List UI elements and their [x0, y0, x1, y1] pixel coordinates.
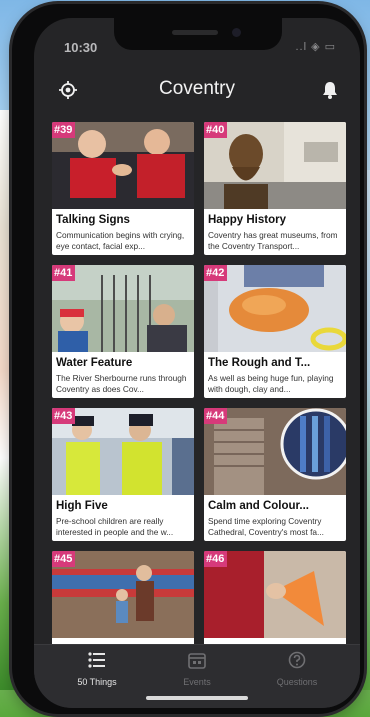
card-title: Happy History	[208, 214, 286, 226]
speaker	[172, 30, 218, 35]
card-description: Pre-school children are really intereste…	[56, 516, 174, 537]
card-number-badge: #40	[204, 122, 228, 138]
phone-frame: 10:30 ..l ◈ ▭ Coventry #39 Talking Signs…	[12, 4, 364, 714]
card-description: Spend time exploring Coventry Cathedral,…	[208, 516, 324, 537]
tab-label: Questions	[276, 677, 318, 687]
card-43[interactable]: #43 High Five Pre-school children are re…	[52, 408, 194, 541]
card-title: High Five	[56, 500, 108, 512]
card-number-badge: #41	[52, 265, 76, 281]
page-title: Coventry	[158, 78, 236, 99]
tab-50-things[interactable]: 50 Things	[47, 651, 147, 687]
tab-questions[interactable]: Questions	[247, 651, 347, 687]
notch	[114, 18, 282, 50]
card-description: Coventry has great museums, from the Cov…	[208, 230, 338, 251]
question-icon	[288, 651, 306, 669]
list-icon	[88, 652, 105, 668]
card-description: The River Sherbourne runs through Covent…	[56, 373, 187, 394]
card-description: Communication begins with crying, eye co…	[56, 230, 185, 251]
tab-label: Events	[183, 677, 211, 687]
app-screen: 10:30 ..l ◈ ▭ Coventry #39 Talking Signs…	[34, 18, 360, 708]
card-41[interactable]: #41 Water Feature The River Sherbourne r…	[52, 265, 194, 398]
tab-label: 50 Things	[77, 677, 117, 687]
card-description: As well as being huge fun, playing with …	[208, 373, 334, 394]
card-number-badge: #45	[52, 551, 76, 567]
card-40[interactable]: #40 Happy History Coventry has great mus…	[204, 122, 346, 255]
card-number-badge: #39	[52, 122, 76, 138]
home-indicator[interactable]	[146, 696, 248, 700]
card-44[interactable]: #44 Calm and Colour... Spend time explor…	[204, 408, 346, 541]
calendar-icon	[188, 653, 206, 669]
bell-icon[interactable]	[320, 80, 340, 100]
camera	[232, 28, 241, 37]
tab-events[interactable]: Events	[147, 651, 247, 687]
card-title: Calm and Colour...	[208, 500, 309, 512]
status-icons: ..l ◈ ▭	[295, 41, 336, 53]
status-time: 10:30	[64, 40, 98, 55]
card-42[interactable]: #42 The Rough and T... As well as being …	[204, 265, 346, 398]
card-title: The Rough and T...	[208, 357, 311, 369]
card-title: Water Feature	[56, 357, 133, 369]
card-39[interactable]: #39 Talking Signs Communication begins w…	[52, 122, 194, 255]
card-title: Talking Signs	[56, 214, 130, 226]
app-header: Coventry	[34, 72, 360, 112]
card-number-badge: #44	[204, 408, 228, 424]
tab-bar: 50 Things Events Questions	[34, 644, 360, 708]
card-number-badge: #43	[52, 408, 76, 424]
card-number-badge: #42	[204, 265, 228, 281]
card-number-badge: #46	[204, 551, 228, 567]
